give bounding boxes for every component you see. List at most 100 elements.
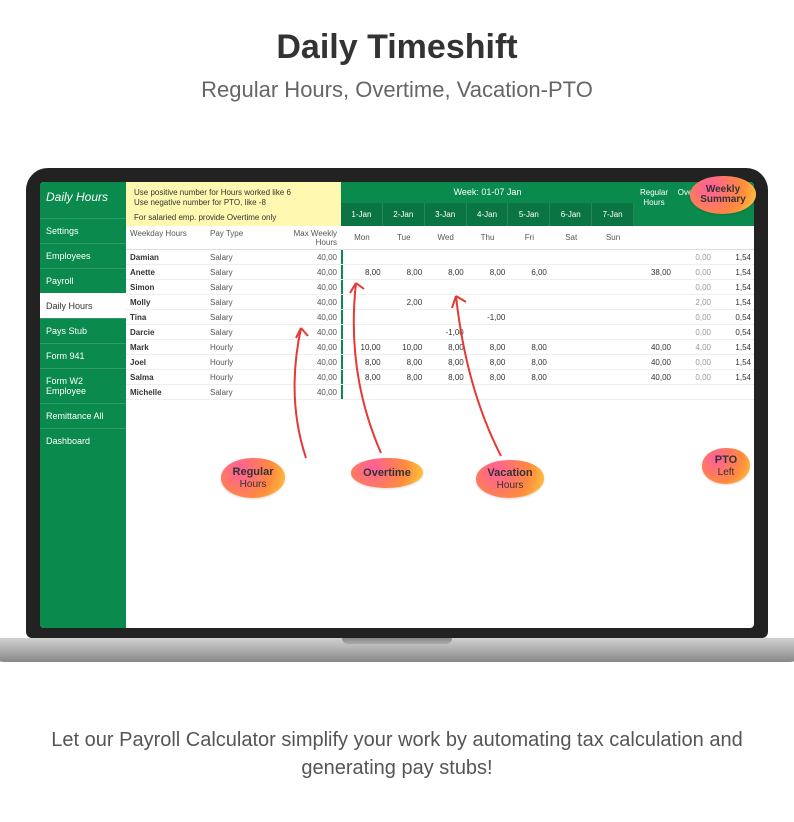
cell-day[interactable]: [592, 340, 634, 354]
cell-day[interactable]: [551, 355, 593, 369]
cell-day[interactable]: [592, 265, 634, 279]
sidebar-item[interactable]: Daily Hours: [40, 293, 126, 318]
cell-day[interactable]: 8,00: [468, 370, 510, 384]
cell-day[interactable]: [592, 325, 634, 339]
cell-day[interactable]: [343, 280, 385, 294]
cell-day[interactable]: [592, 250, 634, 264]
cell-day[interactable]: 8,00: [426, 355, 468, 369]
cell-day[interactable]: [385, 325, 427, 339]
sidebar-item[interactable]: Settings: [40, 218, 126, 243]
cell-ot: 0,00: [674, 310, 714, 324]
sidebar-title: Daily Hours: [40, 182, 126, 218]
cell-day[interactable]: 8,00: [468, 265, 510, 279]
cell-day[interactable]: [343, 310, 385, 324]
cell-day[interactable]: 8,00: [343, 355, 385, 369]
cell-day[interactable]: [343, 295, 385, 309]
cell-day[interactable]: 8,00: [468, 340, 510, 354]
cell-day[interactable]: [551, 325, 593, 339]
annotation-pto-left: PTO Left: [702, 448, 750, 484]
cell-day[interactable]: [592, 280, 634, 294]
sidebar-item[interactable]: Form W2 Employee: [40, 368, 126, 403]
cell-day[interactable]: 8,00: [385, 370, 427, 384]
sidebar-item[interactable]: Employees: [40, 243, 126, 268]
cell-day[interactable]: [468, 325, 510, 339]
cell-day[interactable]: [509, 310, 551, 324]
cell-day[interactable]: 8,00: [426, 265, 468, 279]
cell-day[interactable]: [551, 280, 593, 294]
cell-paytype: Salary: [206, 325, 276, 339]
cell-day[interactable]: [509, 280, 551, 294]
cell-day[interactable]: -1,00: [468, 310, 510, 324]
cell-reg: 40,00: [634, 370, 674, 384]
cell-reg: [634, 295, 674, 309]
dayname-row: MonTueWedThuFriSatSun: [341, 226, 634, 249]
cell-day[interactable]: [343, 250, 385, 264]
cell-day[interactable]: [592, 295, 634, 309]
cell-day[interactable]: [426, 280, 468, 294]
cell-day[interactable]: 8,00: [343, 370, 385, 384]
sidebar: Daily Hours SettingsEmployeesPayrollDail…: [40, 182, 126, 628]
cell-day[interactable]: [509, 325, 551, 339]
laptop-mockup: Daily Hours SettingsEmployeesPayrollDail…: [26, 168, 768, 678]
cell-day[interactable]: [551, 265, 593, 279]
cell-day[interactable]: [426, 250, 468, 264]
cell-day[interactable]: [468, 385, 510, 399]
cell-day[interactable]: [509, 250, 551, 264]
cell-day[interactable]: 8,00: [509, 355, 551, 369]
cell-day[interactable]: [385, 310, 427, 324]
sidebar-item[interactable]: Payroll: [40, 268, 126, 293]
cell-day[interactable]: [426, 310, 468, 324]
cell-pto: 1,54: [714, 250, 754, 264]
cell-day[interactable]: [426, 295, 468, 309]
cell-paytype: Hourly: [206, 340, 276, 354]
cell-day[interactable]: 8,00: [509, 370, 551, 384]
annotation-weekly-summary: Weekly Summary: [690, 176, 756, 214]
cell-day[interactable]: 8,00: [426, 340, 468, 354]
annotation-regular-hours: Regular Hours: [221, 458, 285, 498]
cell-day[interactable]: [551, 295, 593, 309]
cell-day[interactable]: [343, 325, 385, 339]
cell-paytype: Salary: [206, 385, 276, 399]
cell-day[interactable]: [468, 295, 510, 309]
cell-day[interactable]: 8,00: [385, 355, 427, 369]
sidebar-item[interactable]: Form 941: [40, 343, 126, 368]
dayname-cell: Mon: [341, 226, 383, 249]
cell-day[interactable]: [468, 250, 510, 264]
cell-day[interactable]: 6,00: [509, 265, 551, 279]
cell-paytype: Salary: [206, 250, 276, 264]
cell-day[interactable]: [551, 310, 593, 324]
cell-day[interactable]: [509, 385, 551, 399]
cell-day[interactable]: 8,00: [343, 265, 385, 279]
cell-day[interactable]: [551, 340, 593, 354]
cell-day[interactable]: [592, 385, 634, 399]
cell-day[interactable]: [509, 295, 551, 309]
cell-ot: 0,00: [674, 370, 714, 384]
cell-day[interactable]: [592, 310, 634, 324]
cell-day[interactable]: -1,00: [426, 325, 468, 339]
cell-day[interactable]: 8,00: [509, 340, 551, 354]
cell-day[interactable]: [385, 385, 427, 399]
cell-day[interactable]: 8,00: [468, 355, 510, 369]
cell-name: Mark: [126, 340, 206, 354]
cell-day[interactable]: [551, 370, 593, 384]
cell-day[interactable]: [551, 385, 593, 399]
sidebar-item[interactable]: Remittance All: [40, 403, 126, 428]
cell-day[interactable]: 10,00: [343, 340, 385, 354]
col-paytype: Pay Type: [206, 226, 276, 249]
cell-day[interactable]: [551, 250, 593, 264]
cell-day[interactable]: 8,00: [426, 370, 468, 384]
cell-day[interactable]: 10,00: [385, 340, 427, 354]
cell-day[interactable]: 2,00: [385, 295, 427, 309]
sidebar-item[interactable]: Dashboard: [40, 428, 126, 453]
cell-day[interactable]: [592, 370, 634, 384]
summary-col-header: Regular Hours: [634, 182, 674, 226]
cell-day[interactable]: [592, 355, 634, 369]
cell-day[interactable]: [426, 385, 468, 399]
cell-day[interactable]: [343, 385, 385, 399]
cell-day[interactable]: [468, 280, 510, 294]
cell-day[interactable]: [385, 280, 427, 294]
cell-day[interactable]: 8,00: [385, 265, 427, 279]
hint-box: Use positive number for Hours worked lik…: [126, 182, 341, 226]
cell-day[interactable]: [385, 250, 427, 264]
sidebar-item[interactable]: Pays Stub: [40, 318, 126, 343]
